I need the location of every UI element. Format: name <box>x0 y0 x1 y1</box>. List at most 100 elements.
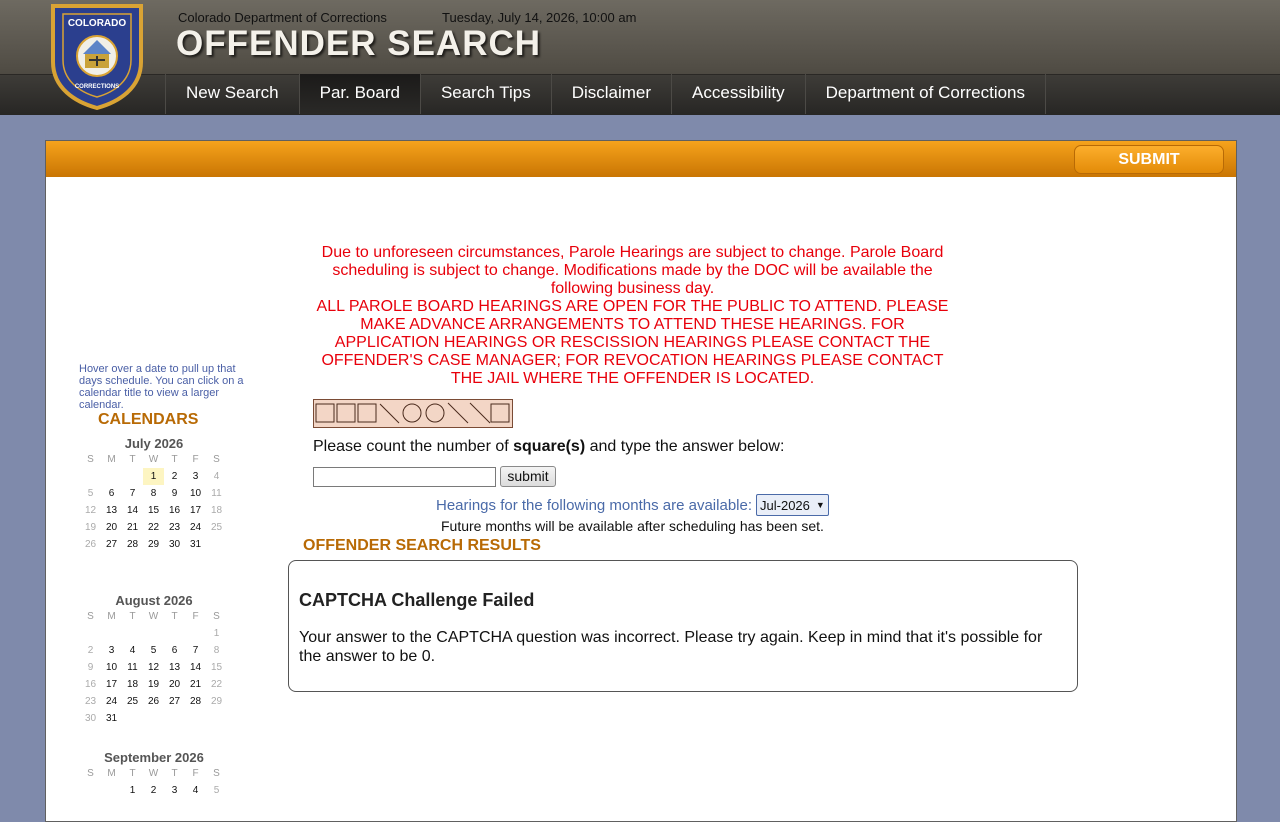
calendar-empty-cell <box>122 625 143 642</box>
page-title: OFFENDER SEARCH <box>176 24 542 63</box>
calendar-day[interactable]: 29 <box>143 536 164 553</box>
error-title: CAPTCHA Challenge Failed <box>299 590 535 610</box>
calendar-day[interactable]: 19 <box>80 519 101 536</box>
month-selected-value: Jul-2026 <box>760 497 810 513</box>
calendar-day[interactable]: 18 <box>122 676 143 693</box>
svg-text:COLORADO: COLORADO <box>68 18 127 29</box>
nav-disclaimer[interactable]: Disclaimer <box>550 74 671 114</box>
calendar-week-row: 12 13 14 15 16 17 18 <box>80 502 228 519</box>
calendar-day[interactable]: 11 <box>122 659 143 676</box>
calendar-day[interactable]: 1 <box>143 468 164 485</box>
calendar-day[interactable]: 22 <box>143 519 164 536</box>
calendar-day[interactable]: 14 <box>185 659 206 676</box>
submit-button[interactable]: SUBMIT <box>1074 145 1224 174</box>
nav-parole-board[interactable]: Par. Board <box>298 74 420 114</box>
calendar-day[interactable]: 27 <box>164 693 185 710</box>
calendar-day[interactable]: 7 <box>185 642 206 659</box>
calendar-weekday: S <box>213 454 220 465</box>
calendar-day[interactable]: 22 <box>206 676 227 693</box>
calendar-day[interactable]: 31 <box>185 536 206 553</box>
calendar-day[interactable]: 15 <box>206 659 227 676</box>
calendar-day[interactable]: 28 <box>122 536 143 553</box>
calendar-day[interactable]: 23 <box>80 693 101 710</box>
calendar-empty-cell <box>206 710 227 727</box>
calendar-day[interactable]: 25 <box>122 693 143 710</box>
calendar-day[interactable]: 3 <box>101 642 122 659</box>
calendar-day[interactable]: 12 <box>80 502 101 519</box>
calendar-day[interactable]: 13 <box>101 502 122 519</box>
calendar-day[interactable]: 19 <box>143 676 164 693</box>
calendar-day[interactable]: 11 <box>206 485 227 502</box>
calendar-day[interactable]: 6 <box>164 642 185 659</box>
calendar-day[interactable]: 10 <box>101 659 122 676</box>
calendar-day[interactable]: 2 <box>164 468 185 485</box>
calendar-day[interactable]: 17 <box>101 676 122 693</box>
calendar-day[interactable]: 20 <box>101 519 122 536</box>
nav-search-tips[interactable]: Search Tips <box>419 74 551 114</box>
calendar-day[interactable]: 23 <box>164 519 185 536</box>
calendar-day[interactable]: 7 <box>122 485 143 502</box>
calendar-day[interactable]: 24 <box>185 519 206 536</box>
calendar-day[interactable]: 9 <box>80 659 101 676</box>
calendar-day[interactable]: 12 <box>143 659 164 676</box>
calendar-day[interactable]: 21 <box>122 519 143 536</box>
calendar-day[interactable]: 1 <box>122 782 143 799</box>
calendar-weekday: T <box>129 454 136 465</box>
calendar-empty-cell <box>143 710 164 727</box>
calendar-day[interactable]: 15 <box>143 502 164 519</box>
cdoc-seal-logo[interactable]: COLORADO CORRECTIONS <box>49 4 145 110</box>
calendar-day[interactable]: 27 <box>101 536 122 553</box>
calendar-day[interactable]: 25 <box>206 519 227 536</box>
calendar-day[interactable]: 5 <box>143 642 164 659</box>
calendar-day[interactable]: 4 <box>206 468 227 485</box>
calendar-day[interactable]: 20 <box>164 676 185 693</box>
calendar-day[interactable]: 5 <box>206 782 227 799</box>
nav-new-search[interactable]: New Search <box>165 74 299 114</box>
calendar-day[interactable]: 3 <box>164 782 185 799</box>
calendar-empty-cell <box>101 625 122 642</box>
calendar-day[interactable]: 29 <box>206 693 227 710</box>
calendar-day[interactable]: 2 <box>143 782 164 799</box>
calendar-day[interactable]: 8 <box>206 642 227 659</box>
calendar-title[interactable]: August 2026 <box>80 593 228 609</box>
main-nav: New Search Par. Board Search Tips Discla… <box>165 74 1047 114</box>
calendar-day[interactable]: 5 <box>80 485 101 502</box>
calendar-day[interactable]: 18 <box>206 502 227 519</box>
calendar-empty-cell <box>80 468 101 485</box>
calendar-day[interactable]: 2 <box>80 642 101 659</box>
calendar-day[interactable]: 14 <box>122 502 143 519</box>
calendar-title[interactable]: September 2026 <box>80 750 228 766</box>
calendar-day[interactable]: 30 <box>80 710 101 727</box>
calendar-day[interactable]: 16 <box>164 502 185 519</box>
calendar-day[interactable]: 8 <box>143 485 164 502</box>
nav-department-of-corrections[interactable]: Department of Corrections <box>804 74 1047 114</box>
captcha-submit-button[interactable]: submit <box>500 466 556 487</box>
calendar-day[interactable]: 21 <box>185 676 206 693</box>
calendar-day[interactable]: 28 <box>185 693 206 710</box>
month-select[interactable]: Jul-2026 ▼ <box>756 494 829 516</box>
calendar-day[interactable]: 17 <box>185 502 206 519</box>
calendar-title[interactable]: July 2026 <box>80 436 228 452</box>
future-months-note: Future months will be available after sc… <box>441 518 824 534</box>
calendar-empty-cell <box>101 468 122 485</box>
calendar-day[interactable]: 1 <box>206 625 227 642</box>
calendar-day[interactable]: 24 <box>101 693 122 710</box>
calendar-empty-cell <box>185 710 206 727</box>
calendar-day[interactable]: 30 <box>164 536 185 553</box>
calendar-day[interactable]: 31 <box>101 710 122 727</box>
calendar-august-2026: August 2026 S M T W T F S 1 2 3 4 5 6 7 8 9 10 11 12 13 14 15… <box>80 593 228 727</box>
calendar-day[interactable]: 4 <box>185 782 206 799</box>
calendar-day[interactable]: 3 <box>185 468 206 485</box>
calendar-day[interactable]: 4 <box>122 642 143 659</box>
calendar-day[interactable]: 6 <box>101 485 122 502</box>
calendar-day[interactable]: 13 <box>164 659 185 676</box>
calendar-july-2026: July 2026 S M T W T F S 1 2 3 4 5 6 7 8 9 10 11 12 13 14 15 16… <box>80 436 228 553</box>
calendar-day[interactable]: 10 <box>185 485 206 502</box>
calendar-weekday: F <box>192 454 199 465</box>
captcha-answer-input[interactable] <box>313 467 496 487</box>
calendar-day[interactable]: 16 <box>80 676 101 693</box>
nav-accessibility[interactable]: Accessibility <box>671 74 805 114</box>
calendar-day[interactable]: 26 <box>143 693 164 710</box>
calendar-day[interactable]: 9 <box>164 485 185 502</box>
calendar-day[interactable]: 26 <box>80 536 101 553</box>
